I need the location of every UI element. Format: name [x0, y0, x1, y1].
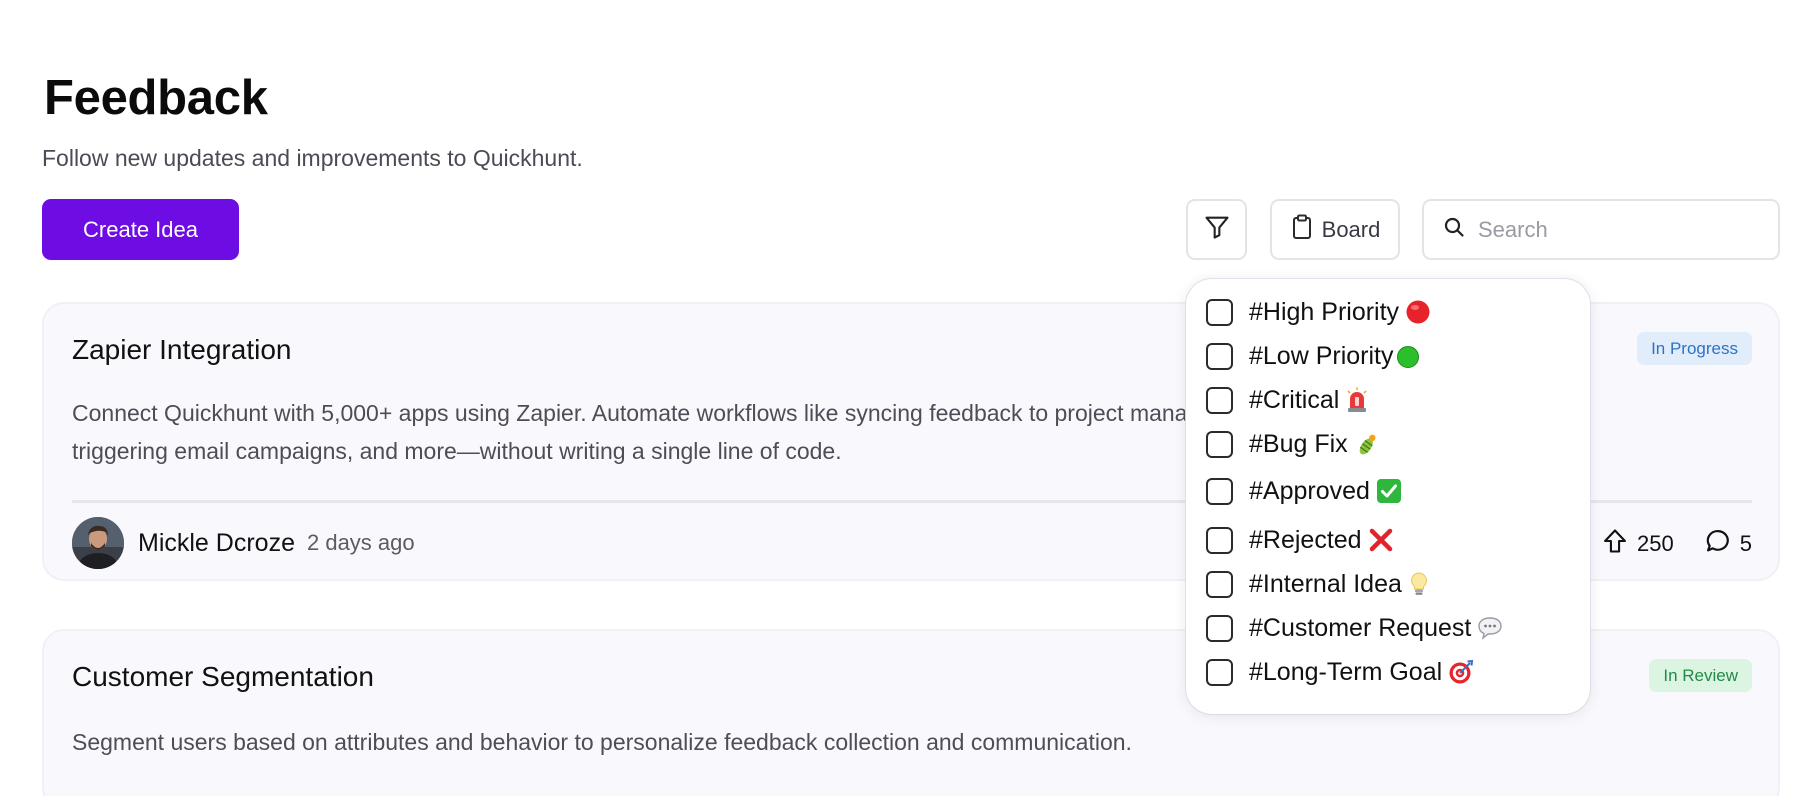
- target-icon: [1448, 659, 1474, 685]
- speech-bubble-icon: [1477, 616, 1503, 640]
- board-label: Board: [1321, 216, 1381, 242]
- filter-option-label: #Rejected: [1249, 525, 1362, 554]
- filter-checkbox[interactable]: [1206, 342, 1233, 370]
- upvote-count: 250: [1637, 531, 1674, 556]
- filter-option-bug-fix[interactable]: #Bug Fix: [1206, 426, 1382, 462]
- filter-option-customer-request[interactable]: #Customer Request: [1206, 610, 1503, 646]
- check-mark-icon: [1376, 478, 1402, 504]
- filter-option-label: #Internal Idea: [1249, 569, 1402, 598]
- comments-button[interactable]: 5: [1704, 527, 1752, 561]
- filter-checkbox[interactable]: [1206, 570, 1233, 598]
- card-description: Segment users based on attributes and be…: [72, 729, 1132, 755]
- filter-checkbox[interactable]: [1206, 430, 1233, 458]
- filter-option-critical[interactable]: #Critical: [1206, 382, 1369, 418]
- post-stats: 250 5: [1601, 526, 1752, 562]
- feedback-page: Feedback Follow new updates and improvem…: [0, 0, 1820, 796]
- create-idea-button[interactable]: Create Idea: [42, 199, 239, 260]
- cross-mark-icon: [1368, 527, 1394, 553]
- create-idea-label: Create Idea: [83, 216, 198, 242]
- bug-icon: [1354, 431, 1382, 457]
- board-view-button[interactable]: Board: [1270, 199, 1400, 260]
- page-title: Feedback: [44, 71, 268, 125]
- author-row: Mickle Dcroze 2 days ago: [72, 517, 415, 569]
- filter-option-label: #High Priority: [1249, 297, 1400, 326]
- page-subtitle: Follow new updates and improvements to Q…: [42, 145, 583, 171]
- filter-checkbox[interactable]: [1206, 386, 1233, 414]
- search-field[interactable]: [1422, 199, 1780, 260]
- red-circle-icon: [1405, 299, 1431, 325]
- filter-option-label: #Bug Fix: [1249, 429, 1348, 458]
- filter-option-internal-idea[interactable]: #Internal Idea: [1206, 566, 1430, 602]
- author-name: Mickle Dcroze: [138, 528, 295, 557]
- green-circle-icon: [1396, 344, 1420, 368]
- filter-button[interactable]: [1186, 199, 1247, 260]
- filter-option-approved[interactable]: #Approved: [1206, 473, 1402, 509]
- filter-checkbox[interactable]: [1206, 477, 1233, 505]
- filter-option-label: #Low Priority: [1249, 341, 1394, 370]
- card-title[interactable]: Zapier Integration: [72, 334, 291, 366]
- filter-option-long-term-goal[interactable]: #Long-Term Goal: [1206, 654, 1474, 690]
- filter-option-label: #Long-Term Goal: [1249, 657, 1443, 686]
- filter-option-rejected[interactable]: #Rejected: [1206, 522, 1394, 558]
- filter-option-high-priority[interactable]: #High Priority: [1206, 294, 1431, 330]
- filter-option-label: #Approved: [1249, 476, 1370, 505]
- avatar: [72, 517, 124, 569]
- card-title[interactable]: Customer Segmentation: [72, 661, 374, 693]
- search-icon: [1442, 215, 1466, 244]
- filter-option-low-priority[interactable]: #Low Priority: [1206, 338, 1420, 374]
- filter-dropdown: #High Priority #Low Priority #Critical #…: [1186, 279, 1590, 714]
- status-badge: In Review: [1649, 659, 1752, 692]
- filter-checkbox[interactable]: [1206, 298, 1233, 326]
- filter-option-label: #Customer Request: [1249, 613, 1472, 642]
- filter-checkbox[interactable]: [1206, 614, 1233, 642]
- upvote-arrow-icon: [1601, 527, 1629, 561]
- filter-option-label: #Critical: [1249, 385, 1340, 414]
- light-bulb-icon: [1408, 571, 1430, 597]
- search-input[interactable]: [1478, 216, 1768, 243]
- filter-checkbox[interactable]: [1206, 658, 1233, 686]
- filter-checkbox[interactable]: [1206, 526, 1233, 554]
- comment-count: 5: [1739, 531, 1752, 556]
- post-time: 2 days ago: [306, 530, 415, 555]
- siren-icon: [1345, 387, 1369, 413]
- comment-icon: [1704, 527, 1732, 561]
- clipboard-icon: [1290, 214, 1314, 246]
- filter-icon: [1203, 213, 1231, 246]
- upvote-button[interactable]: 250: [1601, 527, 1674, 561]
- status-badge: In Progress: [1637, 332, 1752, 365]
